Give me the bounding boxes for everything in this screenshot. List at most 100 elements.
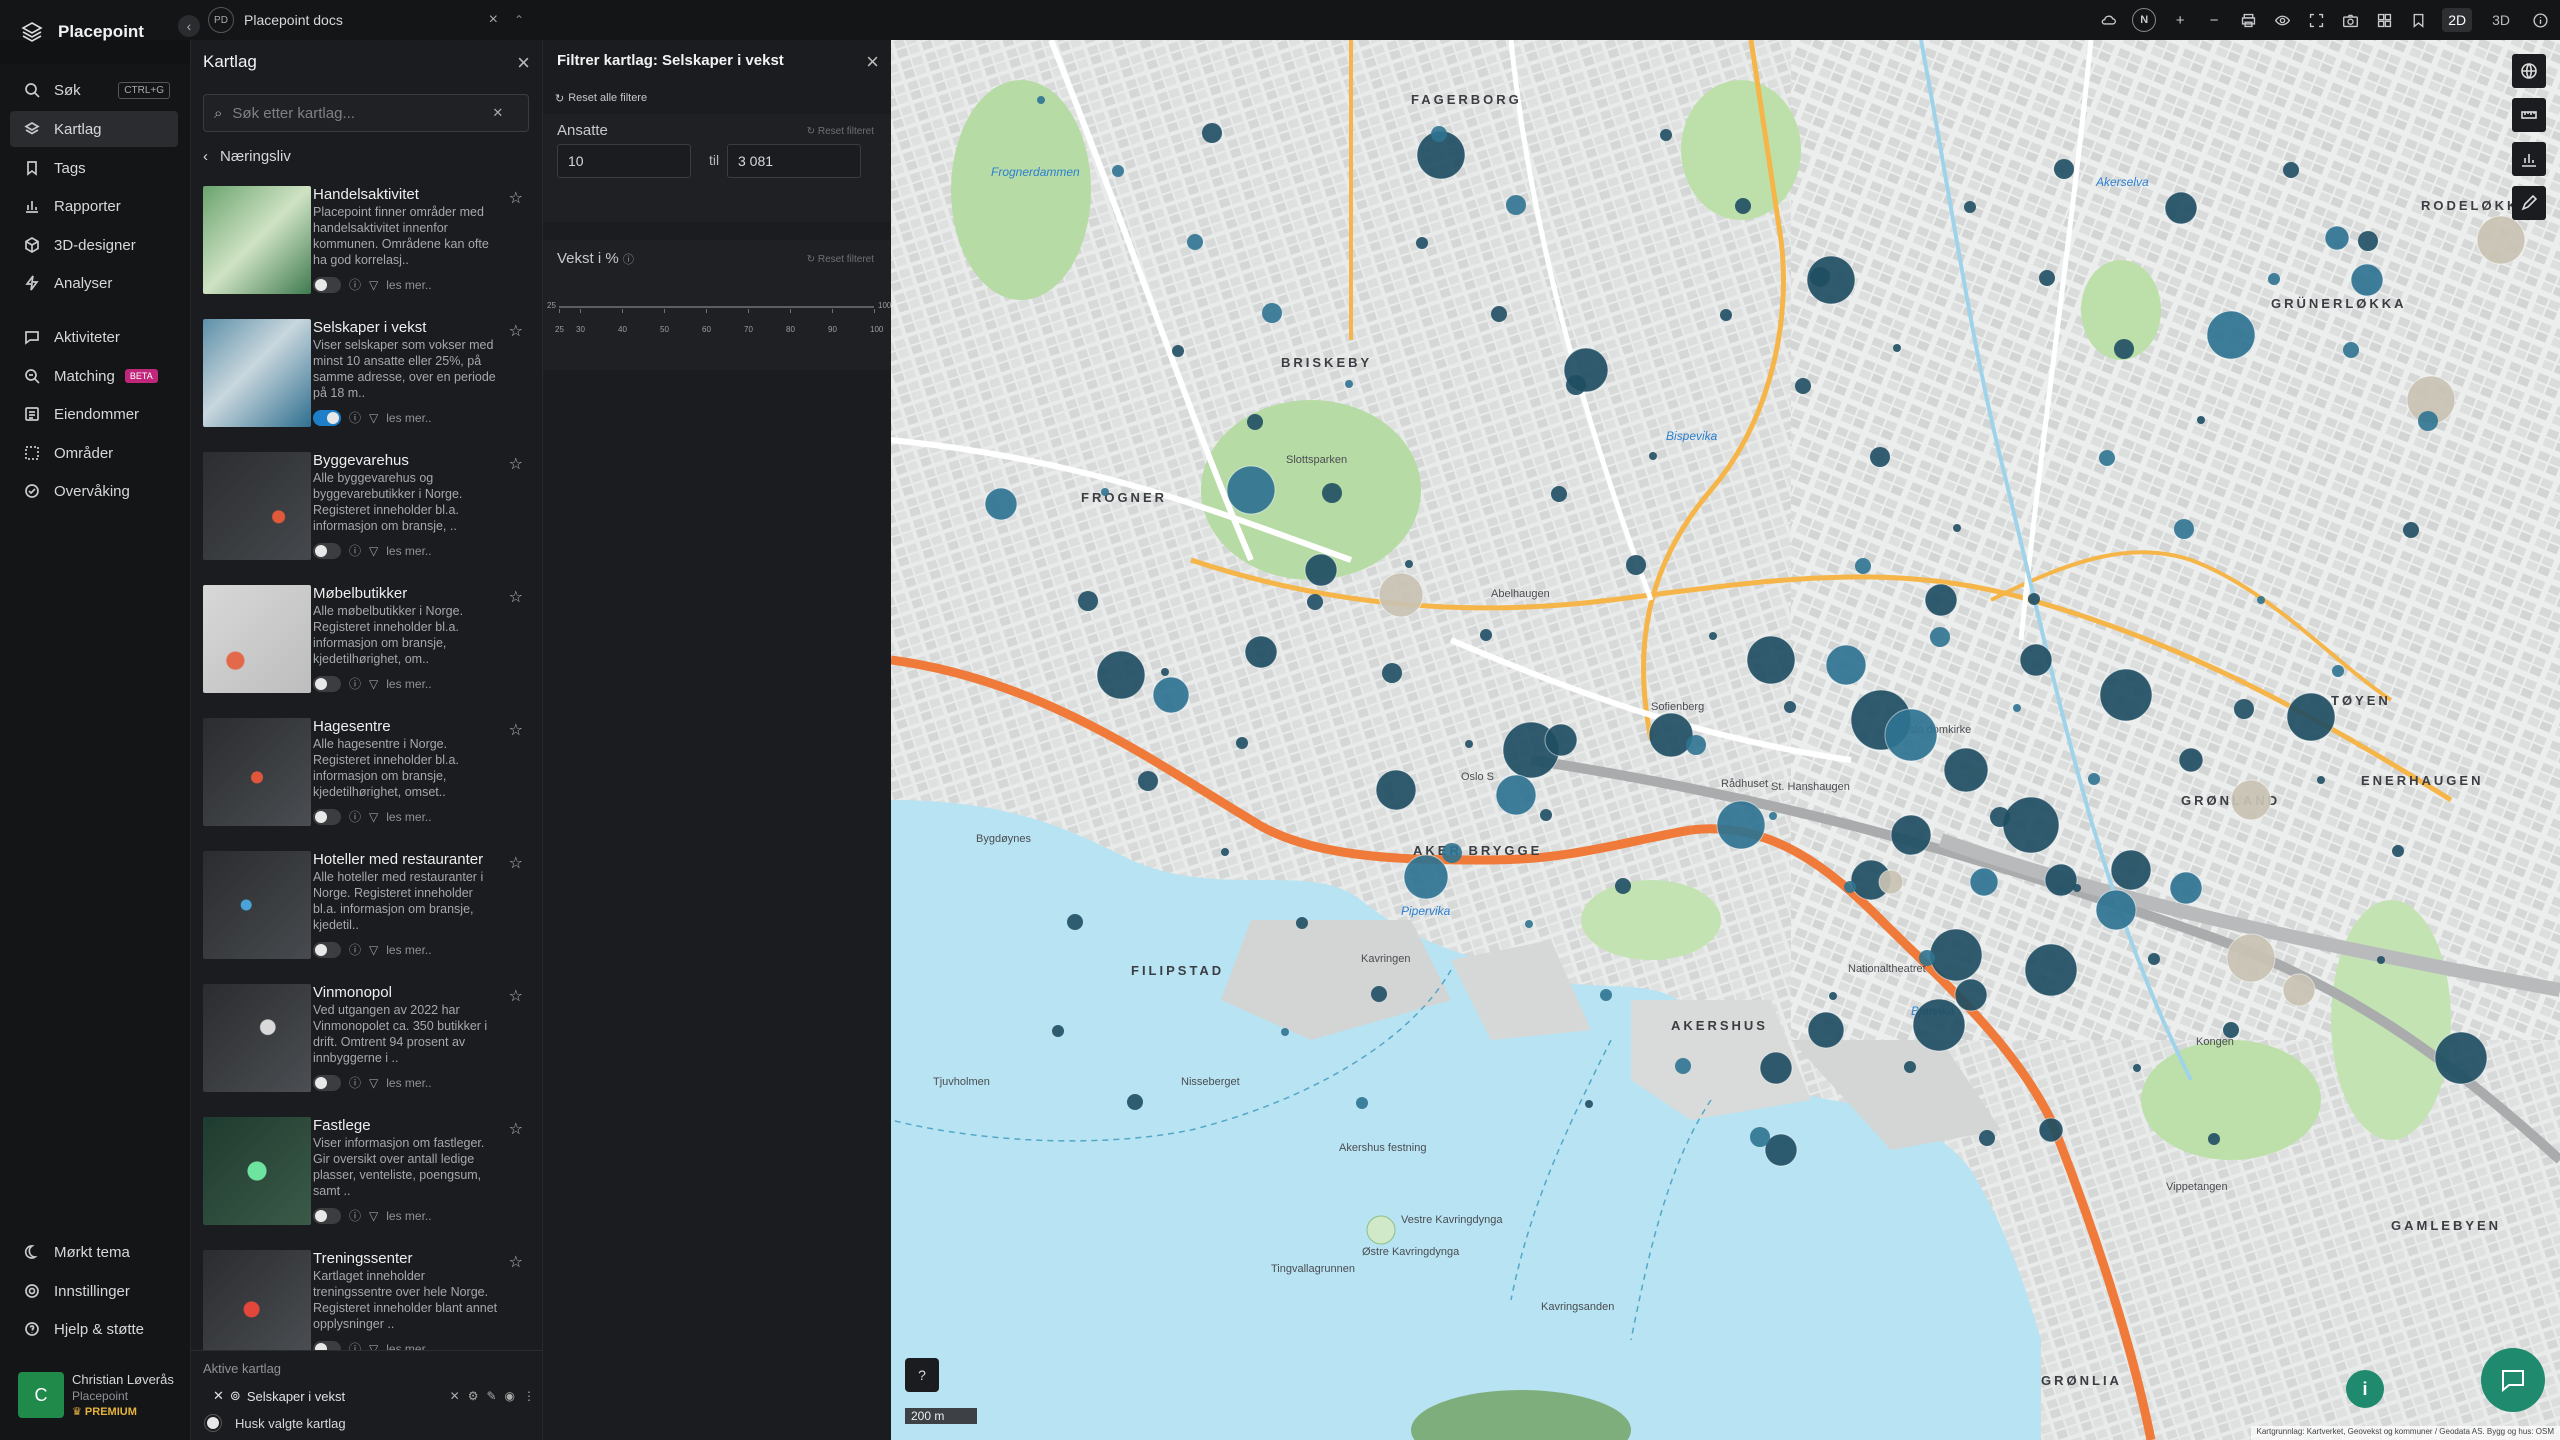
company-marker-small[interactable] [2358,231,2378,251]
company-marker[interactable] [1884,708,1938,762]
company-marker-small[interactable] [1345,380,1353,388]
company-marker-small[interactable] [1566,375,1586,395]
company-marker-small[interactable] [2099,450,2115,466]
company-marker[interactable] [2024,943,2078,997]
info-icon[interactable] [2530,10,2550,30]
layer-name[interactable]: Hagesentre [313,718,391,735]
company-marker-small[interactable] [1855,558,1871,574]
company-marker[interactable] [1969,867,1999,897]
layer-name[interactable]: Byggevarehus [313,452,409,469]
info-icon[interactable]: ⓘ [349,1207,361,1224]
layer-name[interactable]: Treningssenter [313,1250,413,1267]
company-marker-small[interactable] [1416,237,1428,249]
close-document-icon[interactable]: × [489,11,498,29]
active-layer-row[interactable]: ✕ ⊚ Selskaper i vekst ✕ ⚙ ✎ ◉ ⋮ [213,1385,535,1407]
company-marker-small[interactable] [1442,843,1462,863]
layer-card[interactable]: Fastlege ☆ Viser informasjon om fastleger.… [203,1117,537,1239]
reset-filter-button[interactable]: ↻ Reset filteret [807,254,874,265]
company-marker-small[interactable] [2028,593,2040,605]
company-marker-small[interactable] [1247,414,1263,430]
sidebar-item-reports[interactable]: Rapporter [10,188,178,224]
layer-card[interactable]: Byggevarehus ☆ Alle byggevarehus og byggev… [203,452,537,574]
compass-icon[interactable]: N [2132,8,2157,32]
read-more-link[interactable]: les mer.. [386,411,431,425]
read-more-link[interactable]: les mer.. [386,943,431,957]
company-marker-small[interactable] [1953,524,1961,532]
company-marker[interactable] [1648,712,1694,758]
company-marker-small[interactable] [1052,1025,1064,1037]
company-marker-small[interactable] [1540,809,1552,821]
company-marker[interactable] [2038,1117,2064,1143]
camera-icon[interactable] [2340,10,2360,30]
map-info-button[interactable]: i [2346,1370,2384,1408]
more-icon[interactable]: ⋮ [523,1389,535,1403]
company-marker[interactable] [2095,889,2137,931]
info-icon[interactable]: ⓘ [349,542,361,559]
map-canvas[interactable]: FAGERBORGBRISKEBYFROGNERRODELØKKAGRÜNERL… [891,40,2560,1440]
map-help-button[interactable]: ? [905,1358,939,1392]
company-marker-small[interactable] [1322,483,1342,503]
clear-search-icon[interactable]: ✕ [492,105,503,121]
company-marker[interactable] [1746,635,1796,685]
settings-icon[interactable]: ⚙ [468,1389,479,1403]
company-marker-small[interactable] [2283,162,2299,178]
company-marker-small[interactable] [1979,1130,1995,1146]
company-marker[interactable] [1759,1051,1793,1085]
company-marker-small[interactable] [1709,632,1717,640]
fullscreen-icon[interactable] [2306,10,2326,30]
company-marker-small[interactable] [1356,1097,1368,1109]
company-marker-small[interactable] [2343,342,2359,358]
sidebar-item-analyses[interactable]: Analyser [10,265,178,301]
company-marker[interactable] [2099,668,2153,722]
company-marker-small[interactable] [2234,699,2254,719]
company-marker-small[interactable] [2418,411,2438,431]
company-marker[interactable] [1954,978,1988,1012]
company-marker-small[interactable] [2223,1022,2239,1038]
sidebar-item-activities[interactable]: Aktiviteter [10,319,178,355]
basemap-button[interactable] [2512,54,2546,88]
company-marker-small[interactable] [1769,812,1777,820]
info-icon[interactable]: ⓘ [349,409,361,426]
layer-thumbnail[interactable] [203,851,311,959]
company-marker-small[interactable] [2073,884,2081,892]
company-marker-small[interactable] [1919,950,1935,966]
layer-name[interactable]: Møbelbutikker [313,585,407,602]
company-marker-small[interactable] [1307,594,1323,610]
edit-icon[interactable]: ✎ [486,1389,496,1403]
sidebar-item-areas[interactable]: Områder [10,435,178,471]
company-marker-small[interactable] [1405,560,1413,568]
filter-icon[interactable]: ▽ [369,943,378,957]
company-marker[interactable] [1878,869,1904,895]
company-marker-small[interactable] [1431,126,1447,142]
layer-toggle[interactable] [313,276,341,293]
company-marker[interactable] [1890,814,1932,856]
info-icon[interactable]: ⓘ [349,276,361,293]
company-marker-small[interactable] [1870,447,1890,467]
remember-layers-toggle[interactable]: Husk valgte kartlag [205,1415,346,1431]
company-marker-small[interactable] [1930,627,1950,647]
layer-thumbnail[interactable] [203,186,311,294]
company-marker[interactable] [2286,692,2336,742]
company-marker-small[interactable] [1491,306,1507,322]
layer-search-input[interactable] [232,104,483,122]
company-marker-small[interactable] [1371,986,1387,1002]
favorite-star-icon[interactable]: ☆ [509,1119,523,1139]
app-brand[interactable]: Placepoint [20,0,144,64]
layer-toggle[interactable] [313,941,341,958]
company-marker-small[interactable] [1990,807,2010,827]
layer-name[interactable]: Vinmonopol [313,984,392,1001]
read-more-link[interactable]: les mer.. [386,677,431,691]
company-marker[interactable] [1807,1011,1845,1049]
company-marker-small[interactable] [1844,881,1856,893]
company-marker-small[interactable] [2133,1064,2141,1072]
layer-name[interactable]: Handelsaktivitet [313,186,419,203]
company-marker[interactable] [1924,583,1958,617]
collapse-sidebar-button[interactable]: ‹ [178,15,200,37]
company-marker-small[interactable] [2403,522,2419,538]
company-marker[interactable] [1226,465,1276,515]
draw-button[interactable] [2512,186,2546,220]
company-marker[interactable] [1825,644,1867,686]
sidebar-item-monitoring[interactable]: Overvåking [10,473,178,509]
reset-filter-button[interactable]: ↻ Reset filteret [807,126,874,137]
company-marker[interactable] [1152,676,1190,714]
